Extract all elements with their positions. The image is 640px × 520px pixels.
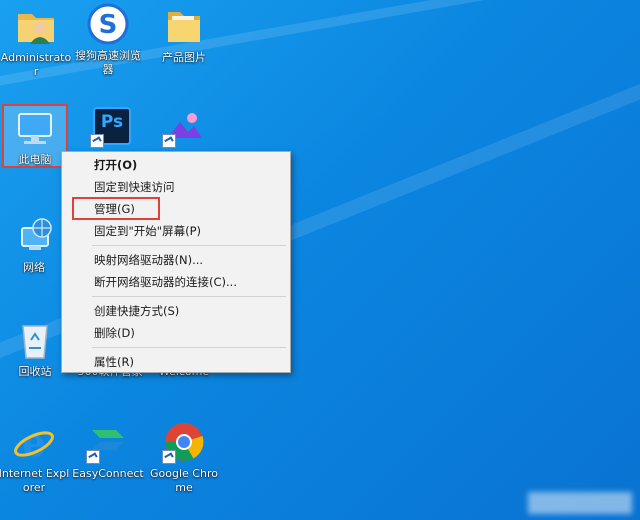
desktop-icon-sogou-browser[interactable]: S 搜狗高速浏览器 <box>72 2 144 77</box>
desktop-icon-easyconnect[interactable]: EasyConnect <box>72 420 144 481</box>
svg-text:e: e <box>22 420 46 464</box>
desktop-icon-network[interactable]: 网络 <box>0 214 70 275</box>
manage-highlight-box <box>72 197 160 220</box>
menu-item-disconnect-network-drive[interactable]: 断开网络驱动器的连接(C)... <box>62 271 290 293</box>
desktop-icon-label: Google Chrome <box>150 467 218 494</box>
network-icon <box>12 214 56 258</box>
shortcut-arrow-icon <box>86 450 100 464</box>
menu-item-open[interactable]: 打开(O) <box>62 154 290 176</box>
desktop-icon-internet-explorer[interactable]: e Internet Explorer <box>0 420 70 495</box>
menu-item-pin-quick-access[interactable]: 固定到快速访问 <box>62 176 290 198</box>
user-folder-icon <box>14 4 58 48</box>
photoshop-icon-text: Ps <box>100 112 124 132</box>
desktop-icon-label: 网络 <box>23 261 45 274</box>
computer-icon <box>13 106 57 150</box>
internet-explorer-icon: e <box>12 420 56 465</box>
watermark-blur <box>528 492 632 514</box>
photoshop-icon: Ps <box>90 104 134 148</box>
desktop-icon-label: 搜狗高速浏览器 <box>75 49 141 76</box>
menu-item-pin-start[interactable]: 固定到"开始"屏幕(P) <box>62 220 290 242</box>
shortcut-arrow-icon <box>162 134 176 148</box>
desktop-icon-label: Internet Explorer <box>0 467 70 494</box>
svg-text:S: S <box>99 10 118 40</box>
desktop-icon-photos-app[interactable] <box>148 104 220 151</box>
menu-separator <box>92 347 286 348</box>
desktop-icon-product-images[interactable]: 产品图片 <box>148 4 220 65</box>
desktop-icon-label: 产品图片 <box>162 51 206 64</box>
sogou-browser-icon: S <box>86 2 130 46</box>
desktop-icon-label: Administrator <box>0 51 72 78</box>
shortcut-arrow-icon <box>162 450 176 464</box>
menu-separator <box>92 245 286 246</box>
context-menu: 打开(O) 固定到快速访问 管理(G) 固定到"开始"屏幕(P) 映射网络驱动器… <box>61 151 291 373</box>
chrome-icon <box>162 420 206 464</box>
menu-item-properties[interactable]: 属性(R) <box>62 351 290 373</box>
menu-item-create-shortcut[interactable]: 创建快捷方式(S) <box>62 300 290 322</box>
desktop-icon-label: EasyConnect <box>72 467 144 480</box>
desktop-icon-google-chrome[interactable]: Google Chrome <box>148 420 220 495</box>
photos-app-icon <box>162 104 206 148</box>
menu-item-map-network-drive[interactable]: 映射网络驱动器(N)... <box>62 249 290 271</box>
menu-item-delete[interactable]: 删除(D) <box>62 322 290 344</box>
recycle-bin-icon <box>13 318 57 362</box>
desktop-icon-photoshop[interactable]: Ps <box>76 104 148 151</box>
folder-icon <box>162 4 206 48</box>
menu-separator <box>92 296 286 297</box>
desktop-icon-administrator[interactable]: Administrator <box>0 4 72 79</box>
easyconnect-icon <box>86 420 130 464</box>
shortcut-arrow-icon <box>90 134 104 148</box>
